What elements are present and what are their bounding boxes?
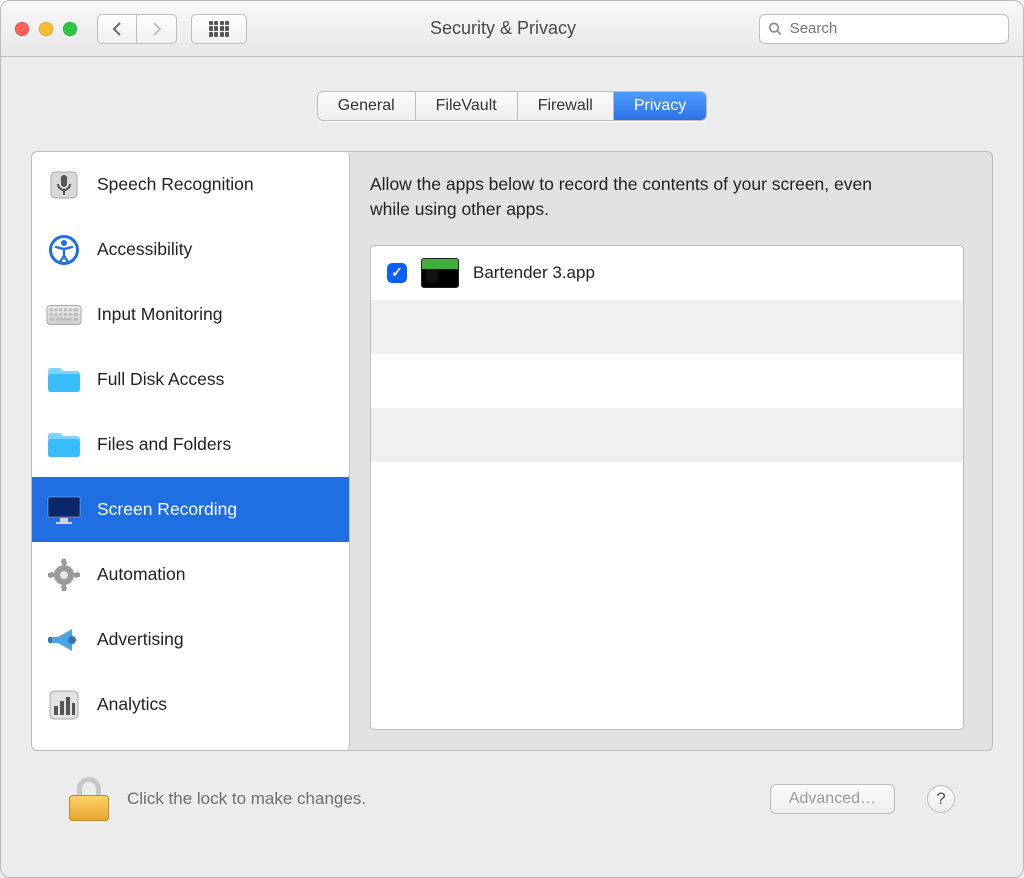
- sidebar-item-label: Screen Recording: [97, 499, 237, 520]
- mic-icon: [46, 167, 82, 203]
- help-button[interactable]: ?: [927, 785, 955, 813]
- megaphone-icon: [46, 622, 82, 658]
- privacy-panel: Speech Recognition Accessibility Input M…: [31, 151, 993, 751]
- forward-button[interactable]: [137, 14, 177, 44]
- back-button[interactable]: [97, 14, 137, 44]
- app-row-empty: [371, 462, 963, 516]
- barchart-icon: [46, 687, 82, 723]
- accessibility-icon: [46, 232, 82, 268]
- sidebar-item-label: Analytics: [97, 694, 167, 715]
- app-row[interactable]: ✓ Bartender 3.app: [371, 246, 963, 300]
- folder-icon: [46, 427, 82, 463]
- sidebar-item-label: Speech Recognition: [97, 174, 254, 195]
- sidebar-item-full-disk[interactable]: Full Disk Access: [32, 347, 349, 412]
- search-input[interactable]: [788, 19, 1000, 38]
- sidebar-item-label: Input Monitoring: [97, 304, 223, 325]
- keyboard-icon: [46, 297, 82, 333]
- sidebar-item-analytics[interactable]: Analytics: [32, 672, 349, 737]
- app-list[interactable]: ✓ Bartender 3.app: [370, 245, 964, 730]
- sidebar-item-accessibility[interactable]: Accessibility: [32, 217, 349, 282]
- sidebar-item-label: Automation: [97, 564, 186, 585]
- minimize-icon[interactable]: [39, 22, 53, 36]
- app-row-empty: [371, 408, 963, 462]
- tab-filevault[interactable]: FileVault: [416, 92, 518, 120]
- chevron-right-icon: [151, 21, 163, 37]
- search-icon: [768, 21, 782, 36]
- page-title: Security & Privacy: [261, 18, 745, 39]
- advanced-button[interactable]: Advanced…: [770, 784, 895, 814]
- folder-icon: [46, 362, 82, 398]
- zoom-icon[interactable]: [63, 22, 77, 36]
- tab-firewall[interactable]: Firewall: [518, 92, 614, 120]
- privacy-detail: Allow the apps below to record the conte…: [370, 152, 992, 750]
- lock-hint: Click the lock to make changes.: [127, 789, 752, 809]
- show-all-button[interactable]: [191, 14, 247, 44]
- search-field[interactable]: [759, 14, 1009, 44]
- app-row-empty: [371, 354, 963, 408]
- checkbox-checked[interactable]: ✓: [387, 263, 407, 283]
- titlebar: Security & Privacy: [1, 1, 1023, 57]
- sidebar-item-speech[interactable]: Speech Recognition: [32, 152, 349, 217]
- tab-privacy[interactable]: Privacy: [614, 92, 706, 120]
- chevron-left-icon: [111, 21, 123, 37]
- grid-icon: [209, 21, 229, 37]
- app-row-empty: [371, 300, 963, 354]
- display-icon: [46, 492, 82, 528]
- sidebar-item-label: Full Disk Access: [97, 369, 224, 390]
- sidebar-item-label: Files and Folders: [97, 434, 231, 455]
- sidebar-item-input-monitoring[interactable]: Input Monitoring: [32, 282, 349, 347]
- sidebar-item-label: Accessibility: [97, 239, 192, 260]
- app-icon: [421, 258, 459, 288]
- preferences-window: Security & Privacy General FileVault Fir…: [0, 0, 1024, 878]
- privacy-sidebar[interactable]: Speech Recognition Accessibility Input M…: [32, 152, 350, 750]
- body: General FileVault Firewall Privacy Speec…: [1, 57, 1023, 877]
- tab-general[interactable]: General: [318, 92, 416, 120]
- footer: Click the lock to make changes. Advanced…: [31, 751, 993, 846]
- app-name: Bartender 3.app: [473, 263, 595, 283]
- sidebar-item-advertising[interactable]: Advertising: [32, 607, 349, 672]
- sidebar-item-automation[interactable]: Automation: [32, 542, 349, 607]
- section-description: Allow the apps below to record the conte…: [370, 172, 910, 223]
- lock-icon[interactable]: [69, 777, 109, 821]
- traffic-lights: [15, 22, 83, 36]
- gear-icon: [46, 557, 82, 593]
- close-icon[interactable]: [15, 22, 29, 36]
- nav-buttons: [97, 14, 177, 44]
- sidebar-item-screen-recording[interactable]: Screen Recording: [32, 477, 349, 542]
- tabs: General FileVault Firewall Privacy: [317, 91, 708, 121]
- sidebar-item-files-folders[interactable]: Files and Folders: [32, 412, 349, 477]
- sidebar-item-label: Advertising: [97, 629, 184, 650]
